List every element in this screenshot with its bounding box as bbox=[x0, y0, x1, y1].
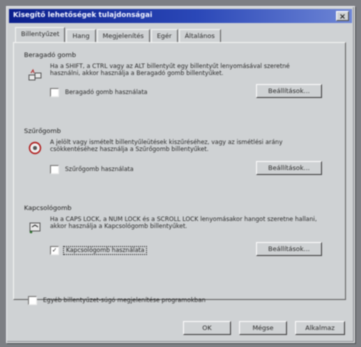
sticky-keys-section: Beragadó gomb Ha a SHIFT, a CTRL vagy az… bbox=[24, 51, 344, 121]
tab-mouse[interactable]: Egér bbox=[150, 29, 178, 42]
tab-general[interactable]: Általános bbox=[178, 29, 221, 42]
sticky-keys-checkbox-row[interactable]: Beragadó gomb használata bbox=[50, 88, 149, 97]
toggle-keys-section: Kapcsológomb Ha a CAPS LOCK, a NUM LOCK … bbox=[24, 204, 344, 276]
apply-button[interactable]: Alkalmaz bbox=[295, 321, 345, 335]
sticky-keys-description: Ha a SHIFT, a CTRL vagy az ALT billentyű… bbox=[50, 63, 290, 77]
tab-sound[interactable]: Hang bbox=[66, 29, 96, 42]
title-bar[interactable]: Kisegítő lehetőségek tulajdonságai × bbox=[9, 9, 352, 23]
filter-keys-checkbox-label[interactable]: Szűrőgomb használata bbox=[63, 166, 136, 173]
sticky-keys-settings-button[interactable]: Beállítások... bbox=[256, 84, 322, 98]
cancel-button[interactable]: Mégse bbox=[239, 321, 287, 335]
ok-button[interactable]: OK bbox=[183, 321, 231, 335]
extra-help-checkbox-row[interactable]: Egyéb billentyűzet-súgó megjelenítése pr… bbox=[28, 296, 208, 305]
keyboard-tab-panel: Beragadó gomb Ha a SHIFT, a CTRL vagy az… bbox=[13, 42, 346, 305]
tab-display[interactable]: Megjelenítés bbox=[96, 29, 150, 42]
extra-help-checkbox-label[interactable]: Egyéb billentyűzet-súgó megjelenítése pr… bbox=[41, 297, 208, 304]
extra-help-checkbox[interactable] bbox=[28, 296, 37, 305]
tab-keyboard[interactable]: Billentyűzet bbox=[15, 27, 66, 42]
toggle-keys-settings-button[interactable]: Beállítások... bbox=[256, 242, 322, 256]
window-title: Kisegítő lehetőségek tulajdonságai bbox=[13, 11, 153, 19]
sticky-keys-checkbox[interactable] bbox=[50, 88, 59, 97]
filter-keys-icon bbox=[28, 141, 42, 155]
toggle-keys-title: Kapcsológomb bbox=[24, 204, 72, 212]
toggle-keys-description: Ha a CAPS LOCK, a NUM LOCK és a SCROLL L… bbox=[50, 216, 317, 230]
filter-keys-checkbox[interactable] bbox=[50, 165, 59, 174]
close-button[interactable]: × bbox=[336, 11, 349, 21]
filter-keys-settings-button[interactable]: Beállítások... bbox=[256, 161, 322, 175]
toggle-keys-checkbox-label[interactable]: Kapcsológomb használata bbox=[63, 246, 148, 255]
accessibility-properties-window: Kisegítő lehetőségek tulajdonságai × Bil… bbox=[6, 6, 355, 343]
filter-keys-description: A jelölt vagy ismételt billentyűleütések… bbox=[50, 139, 283, 153]
sticky-keys-checkbox-label[interactable]: Beragadó gomb használata bbox=[63, 89, 149, 96]
sticky-keys-icon bbox=[28, 69, 42, 81]
filter-keys-section: Szűrőgomb A jelölt vagy ismételt billent… bbox=[24, 127, 344, 197]
filter-keys-title: Szűrőgomb bbox=[24, 127, 61, 135]
toggle-keys-checkbox-row[interactable]: ✓ Kapcsológomb használata bbox=[50, 246, 148, 255]
filter-keys-checkbox-row[interactable]: Szűrőgomb használata bbox=[50, 165, 136, 174]
sticky-keys-title: Beragadó gomb bbox=[24, 51, 76, 59]
toggle-keys-icon bbox=[29, 222, 41, 234]
tab-strip: Billentyűzet Hang Megjelenítés Egér Álta… bbox=[15, 27, 222, 43]
toggle-keys-checkbox[interactable]: ✓ bbox=[50, 246, 59, 255]
